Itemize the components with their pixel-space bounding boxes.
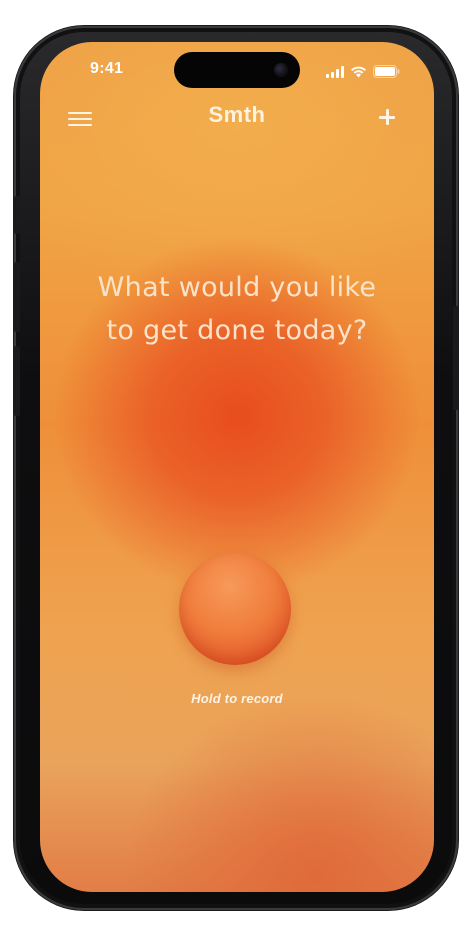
volume-up-button bbox=[14, 262, 20, 332]
top-bar: Smth bbox=[40, 100, 434, 136]
app-title: Smth bbox=[208, 102, 266, 127]
cellular-signal-icon bbox=[326, 66, 344, 78]
volume-down-button bbox=[14, 346, 20, 416]
action-button bbox=[14, 196, 20, 234]
wifi-icon bbox=[351, 66, 366, 78]
app-screen: 9:41 Smth What would you like to get don… bbox=[40, 42, 434, 892]
plus-icon[interactable] bbox=[376, 106, 398, 128]
power-button bbox=[453, 306, 459, 410]
status-time: 9:41 bbox=[90, 60, 124, 77]
record-button[interactable] bbox=[179, 553, 291, 665]
status-icons bbox=[326, 64, 400, 78]
status-bar: 9:41 bbox=[40, 42, 434, 102]
record-hint: Hold to record bbox=[191, 691, 283, 706]
camera-icon bbox=[274, 63, 288, 77]
dynamic-island bbox=[174, 52, 300, 88]
prompt-text: What would you like to get done today? bbox=[97, 272, 377, 346]
battery-icon bbox=[373, 65, 400, 78]
